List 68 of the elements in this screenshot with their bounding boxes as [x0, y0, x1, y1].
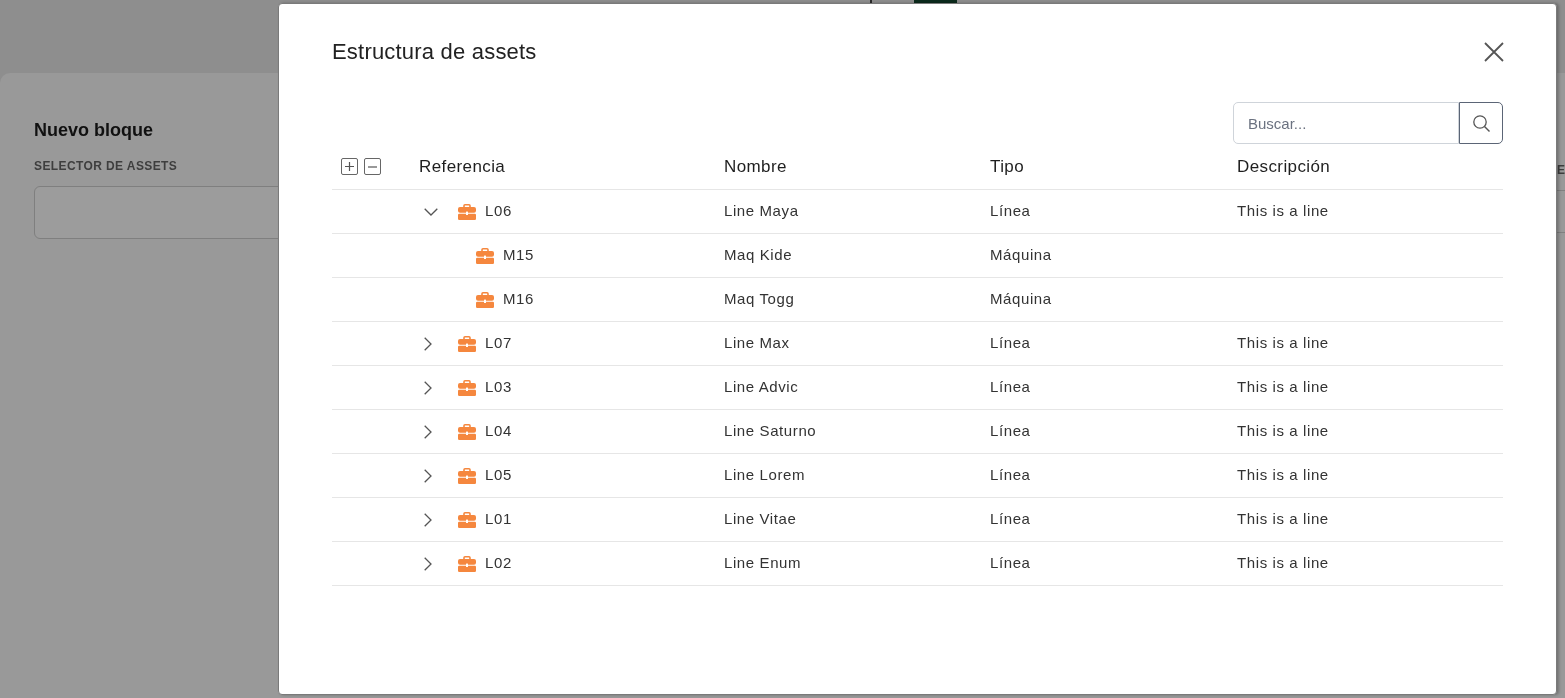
table-cell-text: This is a line — [1237, 377, 1330, 398]
table-cell-text: This is a line — [1237, 553, 1330, 574]
chevron-right-icon[interactable] — [424, 380, 432, 395]
toolbox-icon — [458, 203, 476, 220]
table-cell-text: This is a line — [1237, 333, 1330, 354]
reference-text: M15 — [503, 245, 534, 266]
dialog-title: Estructura de assets — [332, 38, 537, 66]
table-cell-text: This is a line — [1237, 201, 1330, 222]
cut-off-text: E — [1557, 162, 1565, 178]
table-cell-text: Line Maya — [724, 201, 800, 222]
toolbox-icon — [458, 335, 476, 352]
column-header: Descripción — [1237, 155, 1332, 178]
table-cell-text: Line Advic — [724, 377, 800, 398]
toolbox-icon — [458, 555, 476, 572]
reference-text: L01 — [485, 509, 512, 530]
close-icon — [1484, 42, 1504, 62]
table-cell-text: Line Vitae — [724, 509, 798, 530]
reference-text: L04 — [485, 421, 512, 442]
close-button[interactable] — [1484, 42, 1504, 62]
toolbox-icon — [476, 291, 494, 308]
table-cell-text: This is a line — [1237, 465, 1330, 486]
toolbox-icon — [458, 511, 476, 528]
table-cell-text: Line Saturno — [724, 421, 818, 442]
column-header: Referencia — [419, 155, 507, 178]
chevron-right-icon[interactable] — [424, 512, 432, 527]
table-cell-text: This is a line — [1237, 509, 1330, 530]
search-icon — [1472, 114, 1490, 132]
chevron-right-icon[interactable] — [424, 336, 432, 351]
chevron-right-icon[interactable] — [424, 424, 432, 439]
field-label: SELECTOR DE ASSETS — [34, 158, 178, 174]
reference-text: L02 — [485, 553, 512, 574]
table-cell-text: Maq Kide — [724, 245, 794, 266]
table-cell-text: Línea — [990, 553, 1032, 574]
collapse-all-button[interactable] — [364, 158, 381, 175]
column-header: Nombre — [724, 155, 788, 178]
tab-indicator — [914, 0, 957, 3]
table-cell-text: Línea — [990, 421, 1032, 442]
reference-text: L07 — [485, 333, 512, 354]
table-cell-text: Línea — [990, 465, 1032, 486]
table-cell-text: Máquina — [990, 245, 1053, 266]
chevron-right-icon[interactable] — [424, 468, 432, 483]
search-button[interactable] — [1459, 102, 1503, 144]
column-header: Tipo — [990, 155, 1026, 178]
table-cell-text: Línea — [990, 509, 1032, 530]
search-field[interactable]: Buscar... — [1233, 102, 1459, 144]
table-cell-text: Línea — [990, 201, 1032, 222]
reference-text: L06 — [485, 201, 512, 222]
toolbox-icon — [458, 423, 476, 440]
plus-icon — [345, 162, 354, 171]
chevron-right-icon[interactable] — [424, 556, 432, 571]
table-cell-text: Line Enum — [724, 553, 803, 574]
reference-text: M16 — [503, 289, 534, 310]
table-cell-text: Line Lorem — [724, 465, 807, 486]
table-cell-text: Line Max — [724, 333, 791, 354]
reference-text: L05 — [485, 465, 512, 486]
toolbox-icon — [458, 467, 476, 484]
table-cell-text: Máquina — [990, 289, 1053, 310]
table-cell-text: Línea — [990, 333, 1032, 354]
table-cell-text: Maq Togg — [724, 289, 796, 310]
reference-text: L03 — [485, 377, 512, 398]
toolbox-icon — [458, 379, 476, 396]
minus-icon — [368, 165, 377, 168]
expand-all-button[interactable] — [341, 158, 358, 175]
toolbox-icon — [476, 247, 494, 264]
table-cell-text: Línea — [990, 377, 1032, 398]
page-title: Nuevo bloque — [34, 119, 153, 142]
table-cell-text: This is a line — [1237, 421, 1330, 442]
chevron-down-icon[interactable] — [424, 207, 438, 216]
